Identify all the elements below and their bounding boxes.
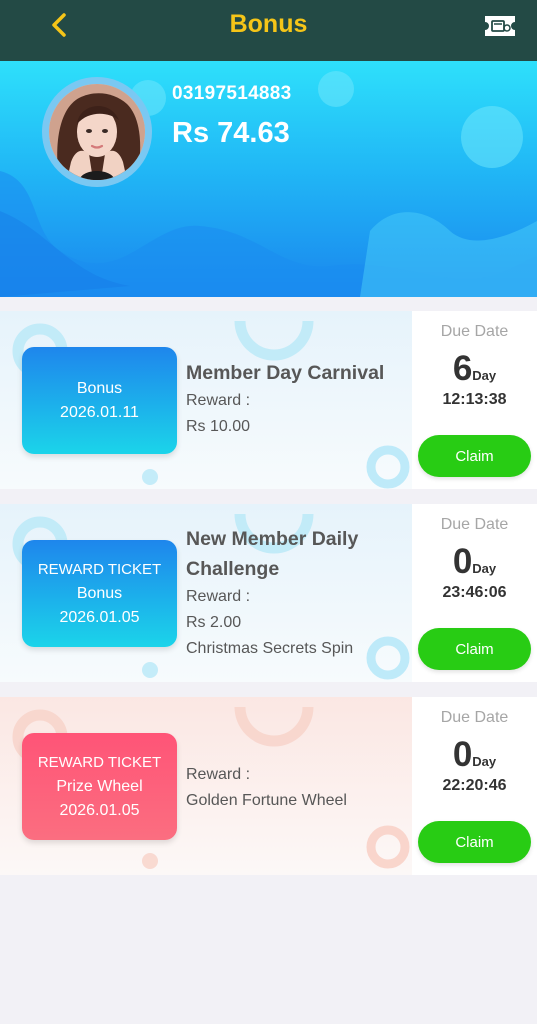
days-count: 0	[452, 542, 473, 581]
badge-date: 2026.01.05	[59, 608, 140, 626]
bonus-title-line-1: New Member Daily	[186, 528, 359, 550]
bonus-info: Member Day Carnival Reward : Rs 10.00	[186, 358, 384, 440]
bonus-card: REWARD TICKET Prize Wheel 2026.01.05 Rew…	[0, 697, 537, 875]
days-remaining: 0Day	[412, 735, 537, 775]
days-count: 6	[452, 349, 473, 388]
ticket-icon	[485, 16, 515, 36]
reward-label: Reward :	[186, 392, 251, 409]
avatar-portrait-icon	[49, 84, 145, 180]
due-date-label: Due Date	[440, 323, 509, 340]
reward-ticket-badge: REWARD TICKET Prize Wheel 2026.01.05	[22, 733, 177, 840]
reward-game: Christmas Secrets Spin	[186, 640, 354, 657]
countdown-time: 22:20:46	[442, 777, 507, 794]
bonus-badge: Bonus 2026.01.11	[22, 347, 177, 454]
bonus-info: Reward : Golden Fortune Wheel	[186, 762, 347, 814]
day-unit: Day	[472, 368, 497, 383]
due-date-label: Due Date	[440, 709, 509, 726]
due-date-panel: Due Date 6Day 12:13:38 Claim	[412, 311, 537, 489]
countdown-time: 12:13:38	[442, 391, 507, 408]
reward-ticket-badge: REWARD TICKET Bonus 2026.01.05	[22, 540, 177, 647]
user-phone-number: 03197514883	[172, 83, 292, 104]
countdown-time: 23:46:06	[442, 584, 507, 601]
badge-date: 2026.01.11	[60, 403, 139, 421]
badge-ticket-label: REWARD TICKET	[37, 753, 162, 771]
user-balance: Rs 74.63	[172, 117, 290, 149]
profile-banner: 03197514883 Rs 74.63	[0, 61, 537, 297]
days-remaining: 6Day	[412, 349, 537, 389]
bonus-info: New Member Daily Challenge Reward : Rs 2…	[186, 524, 358, 662]
page-title: Bonus	[229, 10, 308, 38]
badge-type: Bonus	[76, 584, 123, 602]
reward-label: Reward :	[186, 588, 251, 605]
badge-date: 2026.01.05	[59, 801, 140, 819]
days-remaining: 0Day	[412, 542, 537, 582]
avatar-frame[interactable]	[42, 77, 152, 187]
days-count: 0	[452, 735, 473, 774]
claim-button[interactable]: Claim	[418, 628, 531, 670]
badge-ticket-label: REWARD TICKET	[37, 560, 162, 578]
bonus-card-body: Bonus 2026.01.11 Member Day Carnival Rew…	[0, 311, 412, 489]
bonus-title-line-2: Challenge	[186, 558, 280, 580]
reward-value: Rs 10.00	[186, 418, 251, 435]
bonus-title: Member Day Carnival	[186, 362, 385, 384]
avatar	[49, 84, 145, 180]
header-bar: Bonus	[0, 0, 537, 61]
day-unit: Day	[472, 561, 497, 576]
reward-value: Golden Fortune Wheel	[186, 792, 347, 809]
claim-button[interactable]: Claim	[418, 435, 531, 477]
bonus-card-body: REWARD TICKET Bonus 2026.01.05 New Membe…	[0, 504, 412, 682]
bonus-card: REWARD TICKET Bonus 2026.01.05 New Membe…	[0, 504, 537, 682]
due-date-panel: Due Date 0Day 22:20:46 Claim	[412, 697, 537, 875]
reward-value: Rs 2.00	[186, 614, 242, 631]
day-unit: Day	[472, 754, 497, 769]
claim-button[interactable]: Claim	[418, 821, 531, 863]
due-date-panel: Due Date 0Day 23:46:06 Claim	[412, 504, 537, 682]
ticket-button[interactable]	[482, 13, 518, 39]
badge-type: Bonus	[76, 379, 123, 397]
reward-label: Reward :	[186, 766, 251, 783]
badge-type: Prize Wheel	[56, 777, 143, 795]
bonus-card: Bonus 2026.01.11 Member Day Carnival Rew…	[0, 311, 537, 489]
due-date-label: Due Date	[440, 516, 509, 533]
bonus-card-body: REWARD TICKET Prize Wheel 2026.01.05 Rew…	[0, 697, 412, 875]
